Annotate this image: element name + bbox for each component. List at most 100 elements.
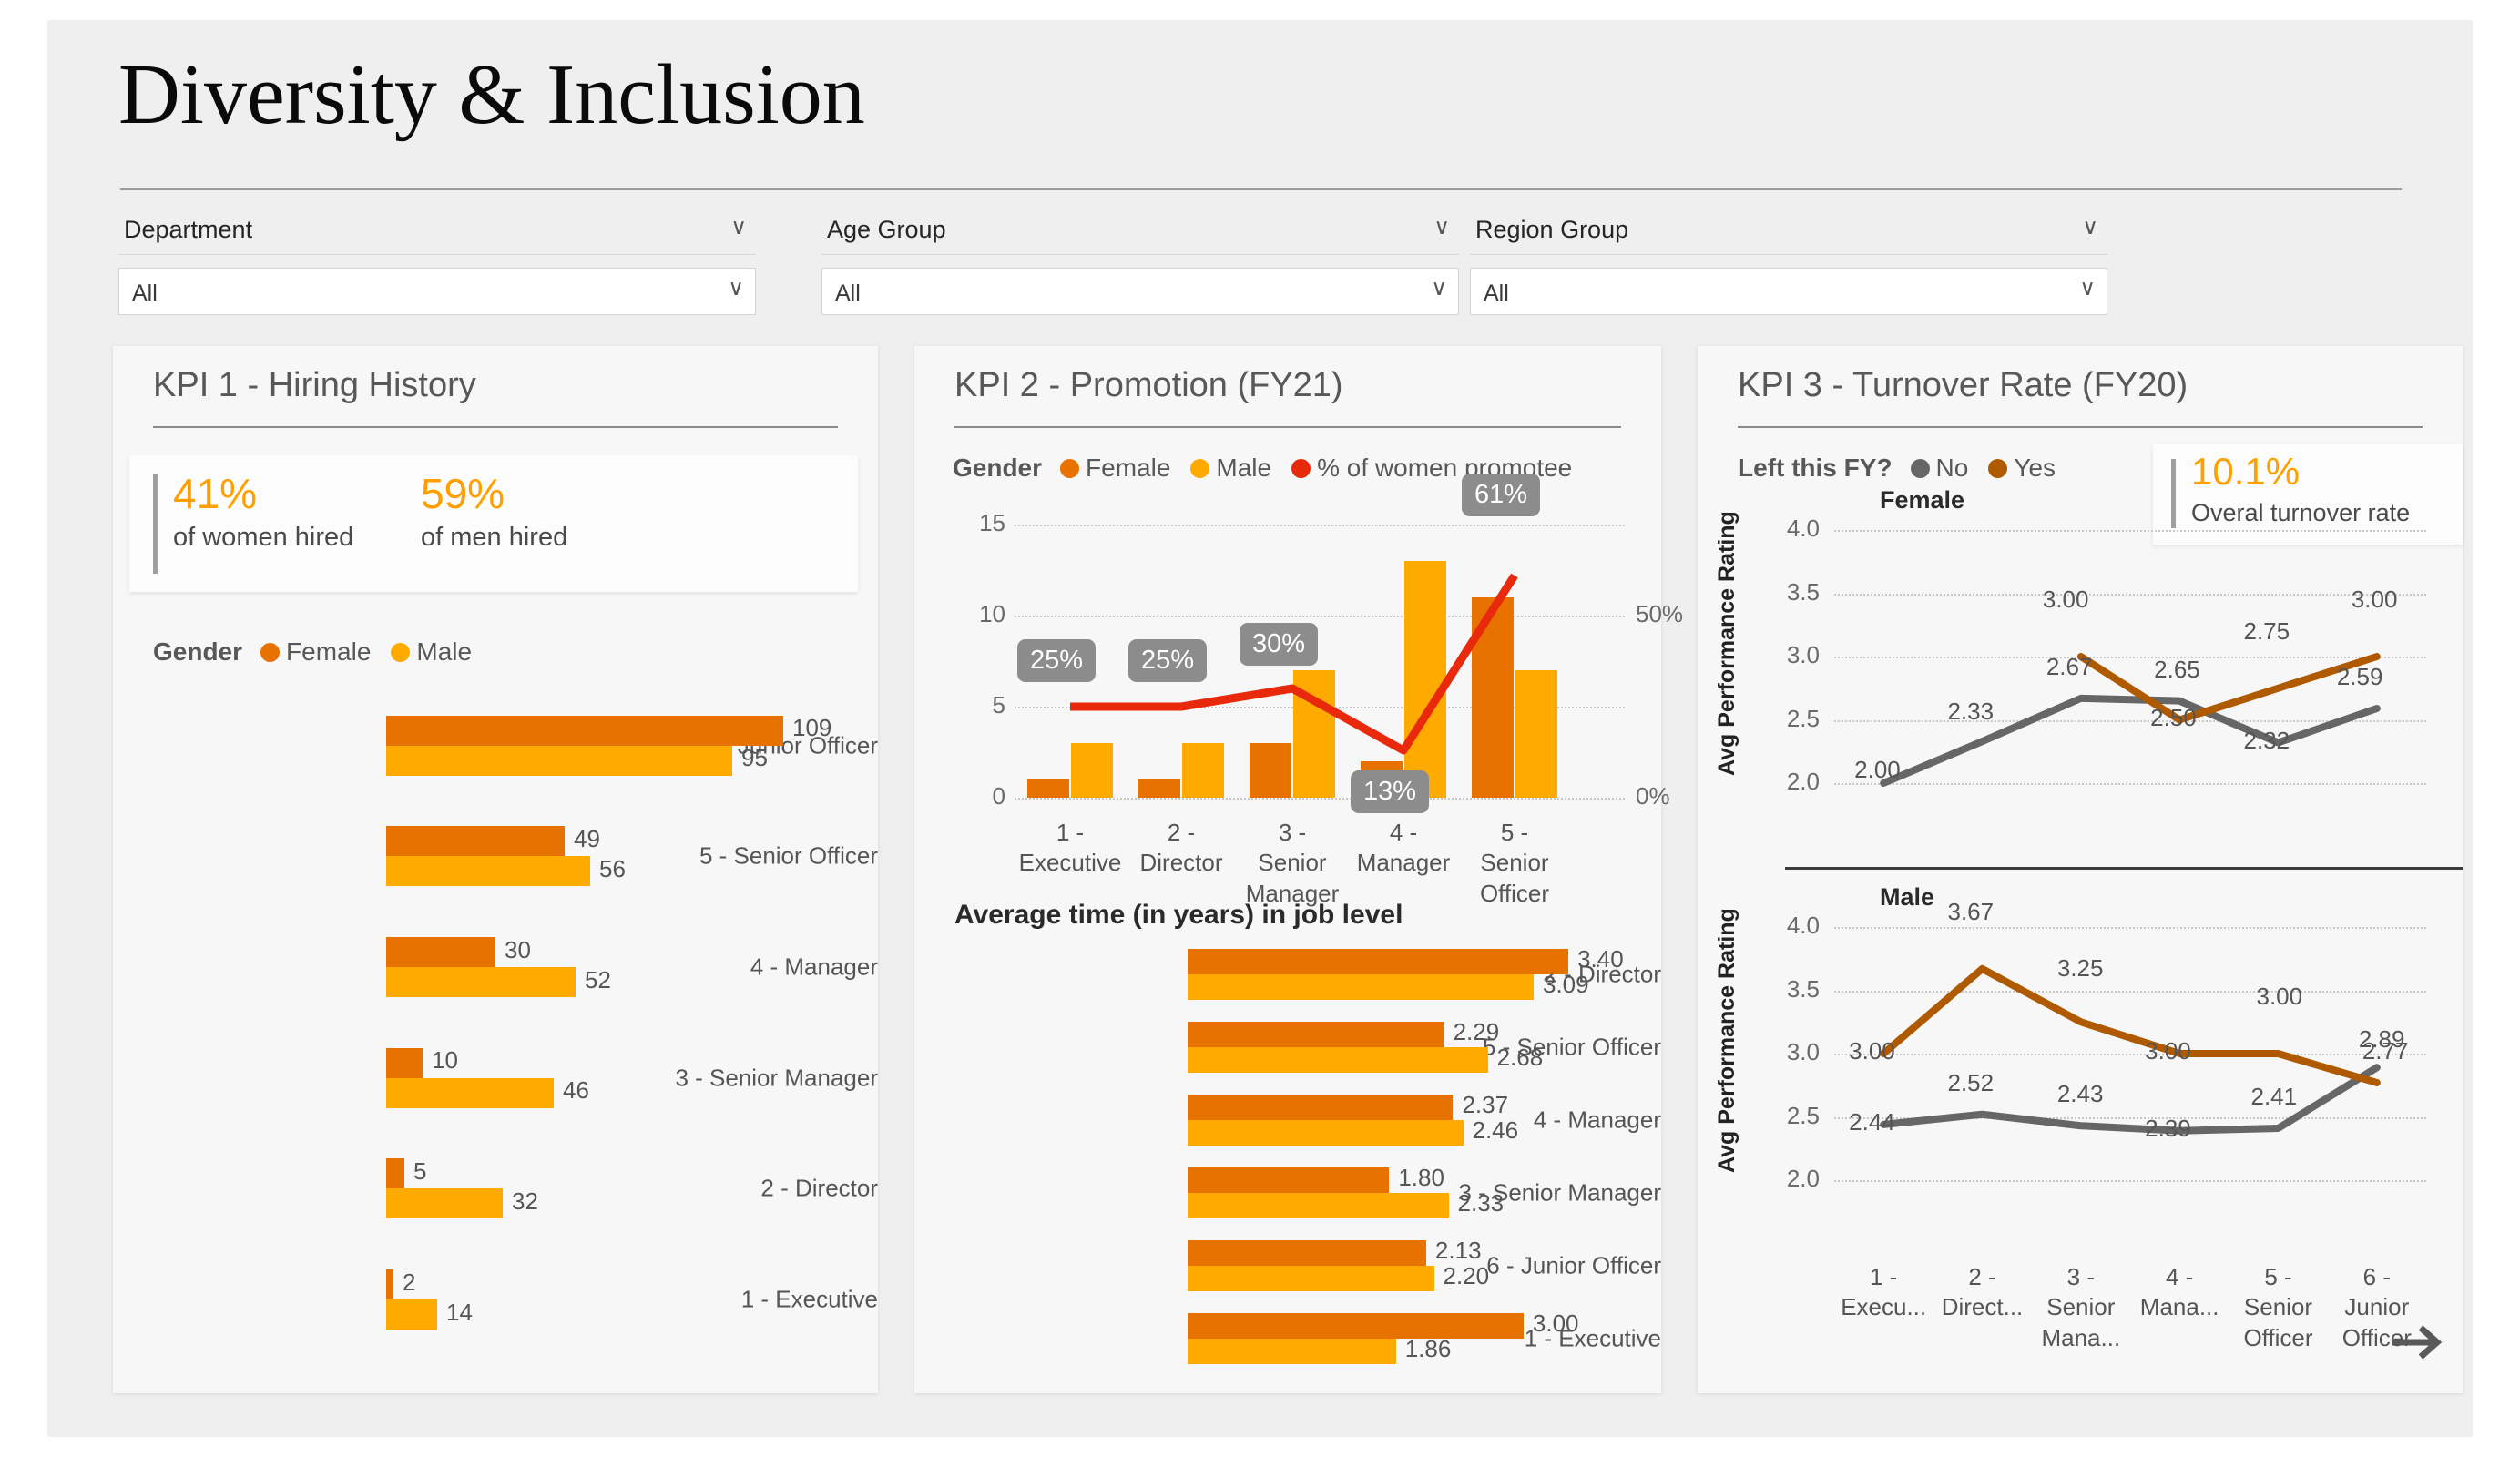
line-data-label: 3.00 <box>2256 983 2303 1010</box>
bar-segment[interactable] <box>1188 1339 1396 1364</box>
column-male[interactable] <box>1404 561 1446 798</box>
chevron-down-icon[interactable]: ∨ <box>730 217 747 239</box>
bar-segment[interactable] <box>1188 1240 1426 1266</box>
bar-group: 1 - Executive 3.00 1.86 <box>914 1302 1661 1375</box>
stat-women-hired: 41% of women hired <box>173 472 353 553</box>
bar-segment[interactable] <box>386 1269 393 1300</box>
legend-dot-icon <box>1988 458 2008 478</box>
chevron-down-icon[interactable]: ∨ <box>2079 278 2096 300</box>
slicer-header[interactable]: Department ∨ <box>118 211 756 255</box>
slicer-header[interactable]: Age Group ∨ <box>821 211 1459 255</box>
kpi3-title: KPI 3 - Turnover Rate (FY20) <box>1738 366 2188 404</box>
column-female[interactable] <box>1472 597 1514 798</box>
bar-segment[interactable] <box>1188 1313 1524 1339</box>
arrow-right-icon[interactable] <box>2390 1322 2446 1362</box>
pane-title: Male <box>1880 883 1935 911</box>
x-axis-label: 3 - Senior Mana... <box>2041 1263 2121 1351</box>
bar-segment[interactable] <box>386 937 495 968</box>
y-axis-tick: 3.5 <box>1786 974 1820 1003</box>
bar-value-label: 2.68 <box>1496 1044 1544 1071</box>
line-data-label: 2.39 <box>2145 1114 2191 1142</box>
y-axis-tick: 2.0 <box>1786 768 1820 795</box>
line-data-label: 2.43 <box>2056 1080 2104 1108</box>
slicer-dropdown[interactable]: All ∨ <box>821 268 1459 315</box>
bar-segment[interactable] <box>1188 1022 1444 1047</box>
bar-segment[interactable] <box>386 1077 554 1108</box>
bar-segment[interactable] <box>1188 1266 1434 1291</box>
slicer-value: All <box>132 280 158 306</box>
bar-category-label: 5 - Senior Officer <box>699 841 878 870</box>
kpi3-female-line-chart[interactable]: Female Avg Performance Rating 2.0 2.5 3.0 3.5… <box>1698 483 2463 865</box>
bar-segment[interactable] <box>386 826 565 857</box>
chevron-down-icon[interactable]: ∨ <box>1431 278 1447 300</box>
kpi2-card: KPI 2 - Promotion (FY21) Gender Female M… <box>914 346 1683 1393</box>
title-divider <box>120 188 2402 190</box>
column-male[interactable] <box>1071 743 1113 798</box>
bar-segment[interactable] <box>386 745 732 776</box>
bar-segment[interactable] <box>1188 1167 1390 1193</box>
x-axis-label: 2 - Director <box>1139 819 1223 877</box>
line-data-label: 3.67 <box>1947 897 1995 925</box>
bar-value-label: 10 <box>432 1046 458 1075</box>
legend-item-yes[interactable]: Yes <box>1988 453 2056 483</box>
legend-item-male[interactable]: Male <box>1190 453 1271 483</box>
slicer-dropdown[interactable]: All ∨ <box>1470 268 2107 315</box>
bar-value-label: 52 <box>585 965 611 993</box>
bar-segment[interactable] <box>386 1047 423 1078</box>
dashboard-page: Diversity & Inclusion Department ∨ All ∨… <box>47 20 2473 1437</box>
column-female[interactable] <box>1138 779 1180 798</box>
slicer-header[interactable]: Region Group ∨ <box>1470 211 2107 255</box>
chevron-down-icon[interactable]: ∨ <box>1433 217 1450 239</box>
bar-segment[interactable] <box>386 856 590 887</box>
x-axis-label: 5 - Senior Officer <box>2243 1263 2313 1351</box>
line-data-label: 2.77 <box>2362 1036 2409 1065</box>
legend-title: Left this FY? <box>1738 453 1893 482</box>
kpi1-hiring-bar-chart[interactable]: 6 - Junior Officer 109 95 5 - Senior Office… <box>113 690 878 1355</box>
line-data-callout: 25% <box>1128 639 1208 682</box>
y-axis-tick: 3.5 <box>1786 577 1820 606</box>
column-female[interactable] <box>1250 743 1291 798</box>
kpi3-male-line-chart[interactable]: Male Avg Performance Rating 2.0 2.5 3.0 3.5 4.… <box>1698 880 2463 1262</box>
bar-segment[interactable] <box>1188 1193 1449 1218</box>
legend-item-no[interactable]: No <box>1910 453 1968 483</box>
slicer-age-group[interactable]: Age Group ∨ All ∨ <box>821 211 1459 321</box>
bar-group: 5 - Senior Officer 49 56 <box>113 801 878 912</box>
kpi2-promotion-combo-chart[interactable]: 0 5 10 15 50% 0% 1 - Executive 2 - Director 3 - … <box>914 474 1683 907</box>
y-axis-tick: 4.0 <box>1786 515 1820 542</box>
bar-segment[interactable] <box>386 1299 437 1330</box>
line-data-callout: 25% <box>1017 639 1097 682</box>
column-female[interactable] <box>1027 779 1069 798</box>
bar-segment[interactable] <box>386 1188 503 1219</box>
x-axis-label: 1 - Execu... <box>1841 1263 1927 1321</box>
legend-dot-icon <box>1291 458 1311 478</box>
line-data-label: 2.65 <box>2154 655 2200 683</box>
slicer-region-group[interactable]: Region Group ∨ All ∨ <box>1470 211 2107 321</box>
legend-item-male[interactable]: Male <box>391 637 472 667</box>
slicer-department[interactable]: Department ∨ All ∨ <box>118 211 756 321</box>
column-male[interactable] <box>1182 743 1224 798</box>
bar-group: 2 - Director 5 32 <box>113 1134 878 1245</box>
bar-group: 1 - Executive 2 14 <box>113 1244 878 1355</box>
bar-value-label: 3.40 <box>1577 945 1624 973</box>
bar-segment[interactable] <box>386 967 576 998</box>
chevron-down-icon[interactable]: ∨ <box>2082 217 2098 239</box>
bar-segment[interactable] <box>1188 1095 1454 1120</box>
column-male[interactable] <box>1515 670 1557 798</box>
kpi1-title: KPI 1 - Hiring History <box>153 366 476 404</box>
legend-item-female[interactable]: Female <box>1060 453 1170 483</box>
line-data-label: 2.75 <box>2243 616 2290 645</box>
bar-segment[interactable] <box>386 1158 404 1189</box>
bar-segment[interactable] <box>1188 1047 1488 1073</box>
bar-segment[interactable] <box>1188 974 1534 1000</box>
chevron-down-icon[interactable]: ∨ <box>728 278 744 300</box>
bar-segment[interactable] <box>386 715 783 746</box>
x-axis-label: 3 - Senior Manager <box>1245 819 1340 907</box>
column-male[interactable] <box>1293 670 1335 798</box>
bar-segment[interactable] <box>1188 949 1569 974</box>
bar-segment[interactable] <box>1188 1120 1464 1146</box>
slicer-dropdown[interactable]: All ∨ <box>118 268 756 315</box>
stat-label: of men hired <box>421 523 568 553</box>
legend-item-female[interactable]: Female <box>260 637 371 667</box>
kpi3-x-axis: 1 - Execu... 2 - Direct... 3 - Senior Mana… <box>1698 1257 2463 1375</box>
kpi2-avg-time-bar-chart[interactable]: 2 - Director 3.40 3.09 5 - Senior Officer 2.… <box>914 938 1661 1375</box>
